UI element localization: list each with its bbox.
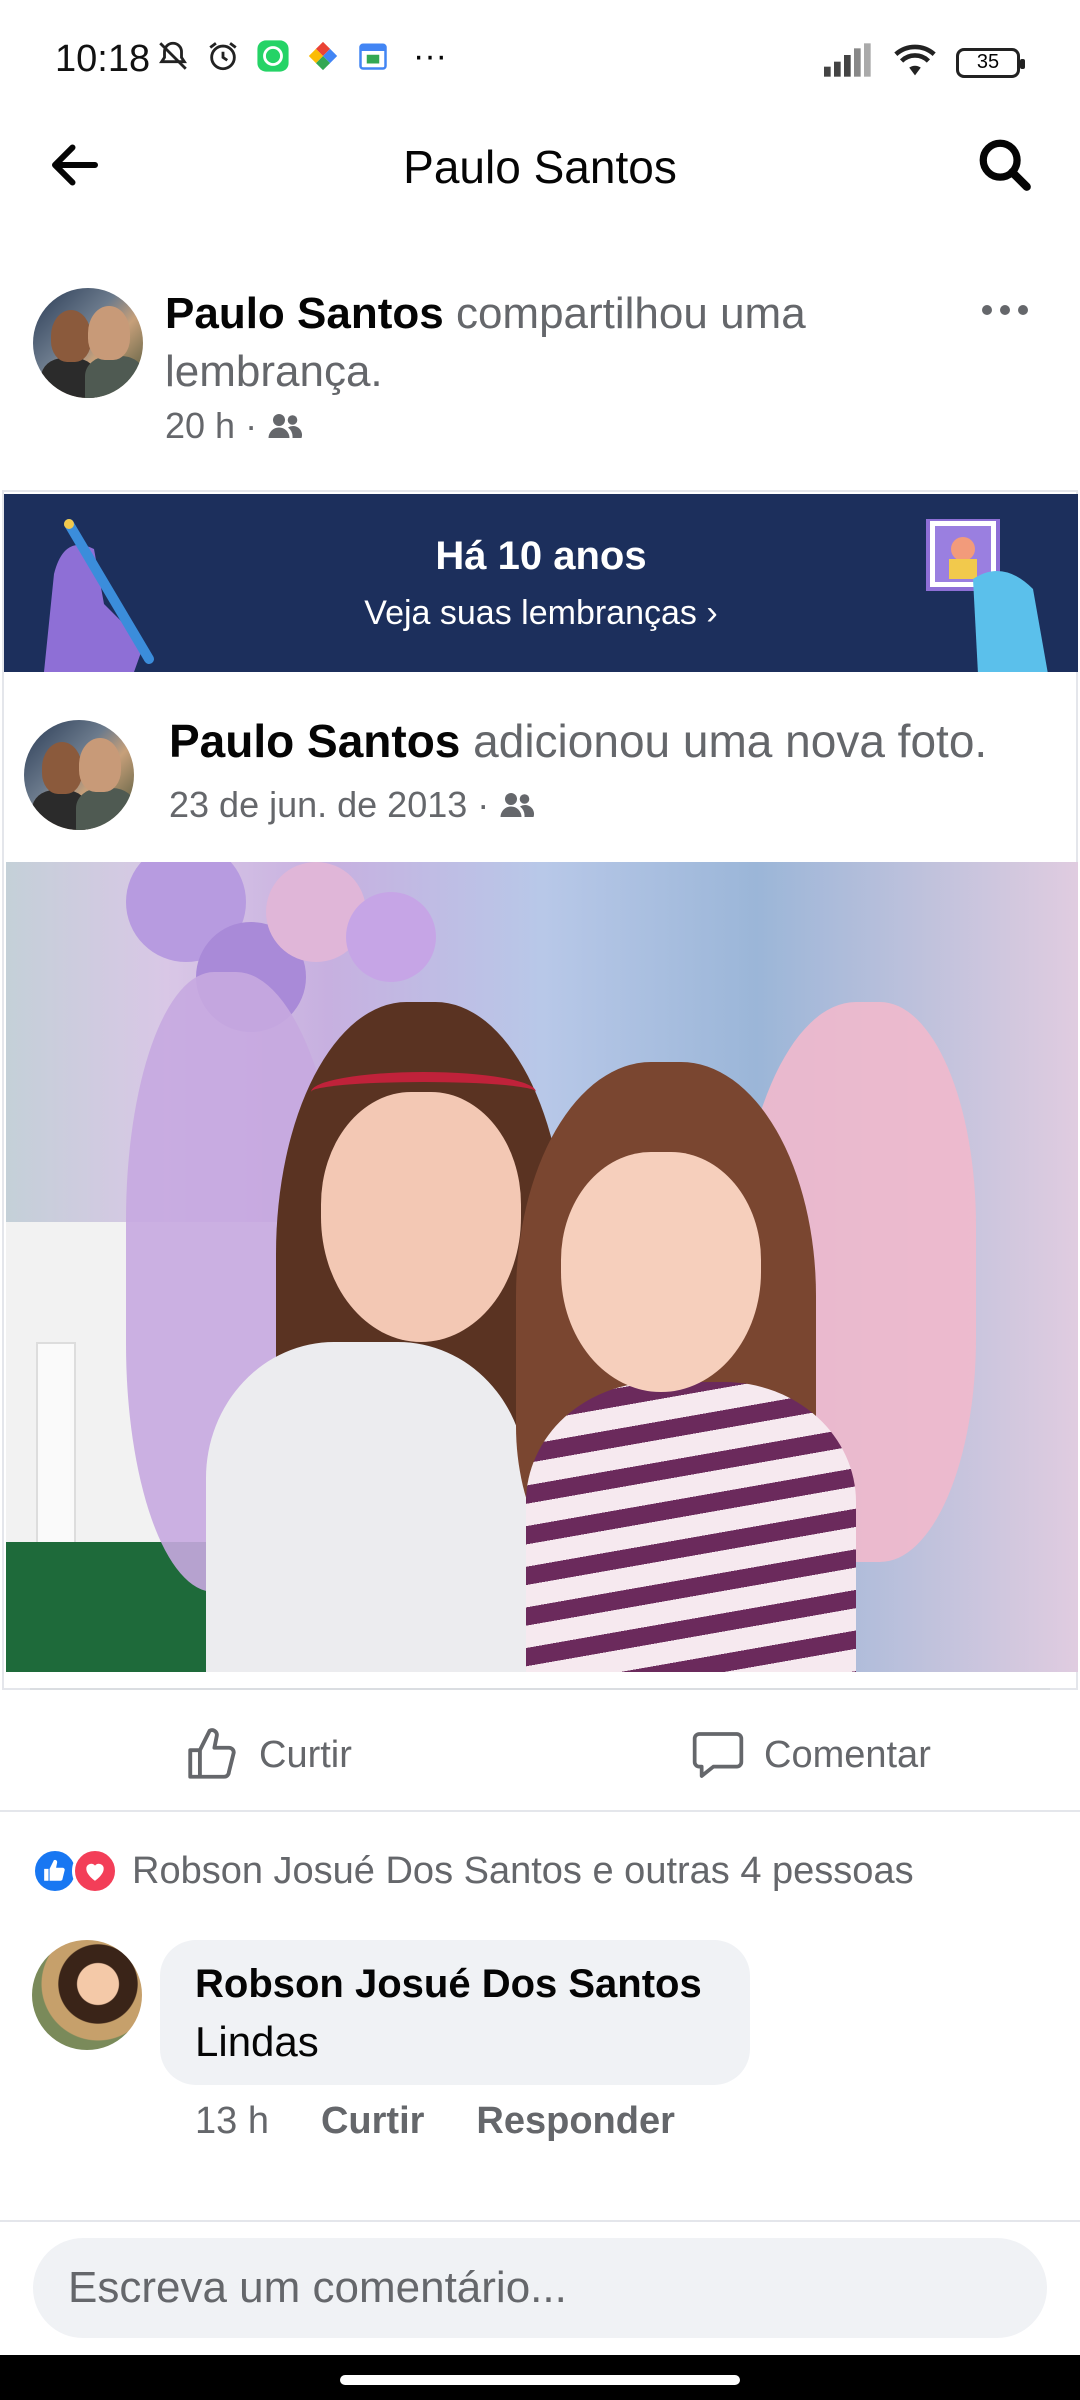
mute-icon [155,38,191,74]
comment-reply-button[interactable]: Responder [476,2100,674,2143]
memory-card: Há 10 anos Veja suas lembranças › Paulo … [2,490,1078,1690]
battery-icon: 35 [956,47,1025,78]
status-notification-icons: ··· [155,36,455,75]
love-reaction-icon [72,1848,118,1894]
original-post-header: Paulo Santos adicionou uma nova foto. 23… [4,692,1078,842]
divider [30,1688,1050,1690]
input-separator [0,2220,1080,2222]
comment-label: Comentar [764,1733,931,1776]
status-bar: 10:18 ··· 35 [0,0,1080,120]
calendar-icon [355,38,391,74]
post-photo[interactable] [6,862,1078,1672]
comment-button[interactable]: Comentar [690,1720,931,1790]
comment-like-button[interactable]: Curtir [321,2100,424,2143]
author-name[interactable]: Paulo Santos [169,715,460,767]
dot [982,305,992,315]
author-avatar[interactable] [24,720,134,830]
friends-audience-icon [268,414,303,438]
commenter-avatar[interactable] [32,1940,142,2050]
comment-author[interactable]: Robson Josué Dos Santos [195,1962,702,2007]
dot [1018,305,1028,315]
post-action: adicionou uma nova foto. [460,715,988,767]
alarm-icon [205,38,241,74]
status-time: 10:18 [55,38,151,80]
status-system-icons: 35 [824,42,1025,83]
dot [1000,305,1010,315]
more-icon: ··· [413,36,447,75]
post-date[interactable]: 23 de jun. de 2013 · [169,784,489,826]
search-icon [979,139,1031,191]
original-post-text: Paulo Santos adicionou uma nova foto. [169,714,987,768]
search-button[interactable] [970,130,1040,200]
memory-link[interactable]: Veja suas lembranças › [4,594,1078,633]
memory-link-label: Veja suas lembranças [364,594,697,632]
hand-photo-illustration [926,519,1048,672]
shared-post-header: Paulo Santos compartilhou uma lembrança.… [0,280,1080,460]
original-post-meta: 23 de jun. de 2013 · [169,784,535,826]
section-separator [0,1810,1080,1812]
home-indicator[interactable] [340,2375,740,2385]
photos-app-icon [305,38,341,74]
whatsapp-icon [255,38,291,74]
author-avatar[interactable] [33,288,143,398]
author-name[interactable]: Paulo Santos [165,289,444,338]
signal-icon [824,43,874,82]
comment-bubble[interactable]: Robson Josué Dos Santos Lindas [160,1940,750,2085]
chevron-right-icon: › [706,594,718,632]
hand-pencil-illustration [44,519,154,672]
friends-audience-icon [500,793,535,817]
post-meta: 20 h · [165,405,303,447]
comment-time: 13 h [195,2100,269,2142]
wifi-icon [892,42,938,83]
comment-actions: 13 h Curtir Responder [195,2100,675,2143]
post-time[interactable]: 20 h · [165,405,257,447]
reactions-text: Robson Josué Dos Santos e outras 4 pesso… [132,1849,914,1892]
share-text: Paulo Santos compartilhou uma lembrança. [165,285,925,401]
post-options-button[interactable] [975,290,1035,330]
like-button[interactable]: Curtir [183,1720,352,1790]
post-actions: Curtir Comentar [0,1700,1080,1810]
comment-input[interactable] [33,2238,1047,2338]
comment-icon [692,1732,744,1778]
comment-text: Lindas [195,2018,319,2065]
thumbs-up-icon [188,1728,236,1779]
page-title: Paulo Santos [403,141,677,193]
like-label: Curtir [259,1733,352,1776]
memory-title: Há 10 anos [435,534,647,578]
top-app-bar: Paulo Santos [0,120,1080,210]
memory-banner[interactable]: Há 10 anos Veja suas lembranças › [4,494,1078,672]
reactions-summary[interactable]: Robson Josué Dos Santos e outras 4 pesso… [32,1845,914,1897]
